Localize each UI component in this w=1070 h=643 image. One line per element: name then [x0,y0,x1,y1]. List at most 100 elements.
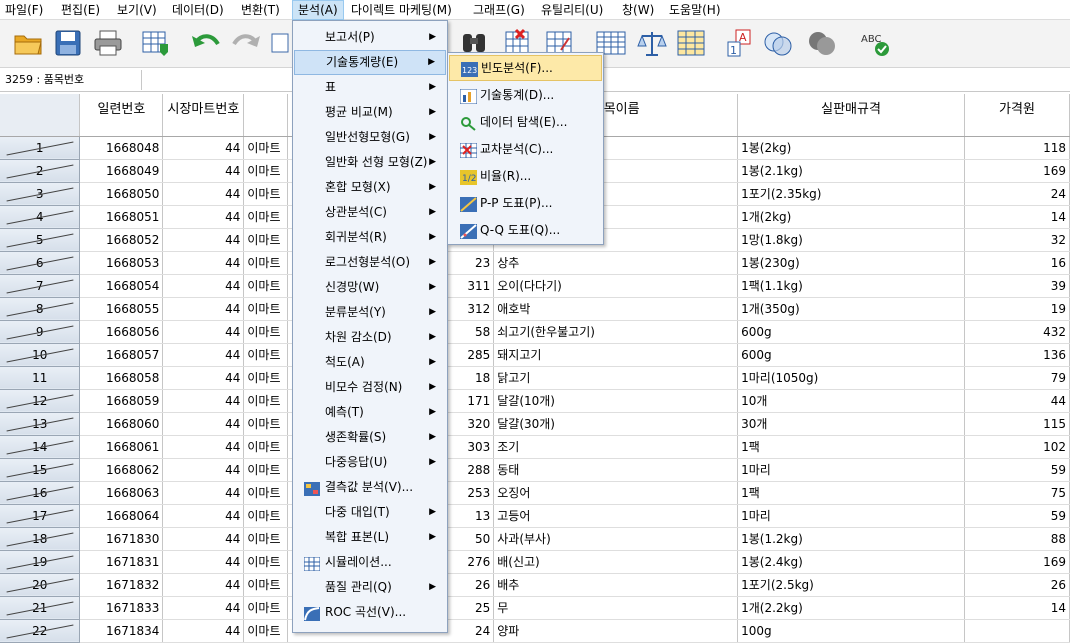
analyze-menu-item[interactable]: 척도(A) ▶ [294,350,446,375]
cell-item-name[interactable]: 오징어 [493,481,739,505]
row-header[interactable]: 9 [0,320,81,344]
cell-item-name[interactable]: 쇠고기(한우불고기) [493,320,739,344]
cell-market-name[interactable]: 이마트 [243,274,289,298]
cell-item-name[interactable]: 고등어 [493,504,739,528]
cell-sales-unit[interactable]: 600g [737,320,965,344]
cell-serial[interactable]: 1668049 [79,159,164,183]
cell-serial[interactable]: 1668054 [79,274,164,298]
use-sets-icon[interactable]: A1 [722,28,754,58]
cell-serial[interactable]: 1668063 [79,481,164,505]
menu-data[interactable]: 데이터(D) [167,0,229,20]
row-header[interactable]: 5 [0,228,81,252]
cell-market-name[interactable]: 이마트 [243,573,289,597]
cell-sales-unit[interactable]: 1개(350g) [737,297,965,321]
cell-serial[interactable]: 1671833 [79,596,164,620]
cell-sales-unit[interactable]: 600g [737,343,965,367]
row-header[interactable]: 21 [0,596,81,620]
cell-market-number[interactable]: 44 [162,550,245,574]
row-header[interactable]: 17 [0,504,81,528]
row-header[interactable]: 16 [0,481,81,505]
cell-sales-unit[interactable]: 100g [737,619,965,643]
cell-price[interactable]: 19 [964,297,1070,321]
cell-market-number[interactable]: 44 [162,205,245,229]
cell-serial[interactable]: 1668057 [79,343,164,367]
cell-market-number[interactable]: 44 [162,228,245,252]
cell-market-name[interactable]: 이마트 [243,619,289,643]
analyze-menu-item[interactable]: 결측값 분석(V)... [294,475,446,500]
cell-price[interactable]: 169 [964,159,1070,183]
cell-price[interactable]: 44 [964,389,1070,413]
cell-price[interactable]: 14 [964,205,1070,229]
cell-sales-unit[interactable]: 1봉(230g) [737,251,965,275]
cell-market-number[interactable]: 44 [162,251,245,275]
row-header[interactable]: 4 [0,205,81,229]
menu-graphs[interactable]: 그래프(G) [468,0,530,20]
cell-market-number[interactable]: 44 [162,274,245,298]
cell-sales-unit[interactable]: 1팩(1.1kg) [737,274,965,298]
cell-serial[interactable]: 1668058 [79,366,164,390]
cell-serial[interactable]: 1668048 [79,136,164,160]
analyze-menu-item[interactable]: 평균 비교(M) ▶ [294,100,446,125]
row-header[interactable]: 10 [0,343,81,367]
spelling-icon[interactable]: ABC [858,28,890,58]
cell-market-name[interactable]: 이마트 [243,596,289,620]
save-icon[interactable] [52,28,84,58]
cell-market-name[interactable]: 이마트 [243,550,289,574]
cell-price[interactable]: 59 [964,458,1070,482]
cell-price[interactable]: 169 [964,550,1070,574]
cell-item-name[interactable]: 달걀(10개) [493,389,739,413]
analyze-menu-item[interactable]: 생존확률(S) ▶ [294,425,446,450]
analyze-menu-item[interactable]: 차원 감소(D) ▶ [294,325,446,350]
cell-market-number[interactable]: 44 [162,435,245,459]
analyze-menu-item[interactable]: 보고서(P) ▶ [294,25,446,50]
menu-file[interactable]: 파일(F) [0,0,48,20]
cell-market-name[interactable]: 이마트 [243,320,289,344]
cell-market-name[interactable]: 이마트 [243,182,289,206]
cell-sales-unit[interactable]: 1포기(2.35kg) [737,182,965,206]
goto-case-icon[interactable] [270,28,290,58]
cell-item-name[interactable]: 배(신고) [493,550,739,574]
cell-sales-unit[interactable]: 1팩 [737,435,965,459]
analyze-menu-item[interactable]: 예측(T) ▶ [294,400,446,425]
row-header[interactable]: 15 [0,458,81,482]
submenu-item-pp-plot[interactable]: P-P 도표(P)... [449,190,602,216]
cell-item-name[interactable]: 상추 [493,251,739,275]
cell-price[interactable]: 75 [964,481,1070,505]
circles-icon[interactable] [806,28,838,58]
show-all-variables-icon[interactable] [762,28,794,58]
cell-sales-unit[interactable]: 1마리(1050g) [737,366,965,390]
cell-market-name[interactable]: 이마트 [243,205,289,229]
cell-market-number[interactable]: 44 [162,596,245,620]
cell-price[interactable]: 59 [964,504,1070,528]
cell-sales-unit[interactable]: 1망(1.8kg) [737,228,965,252]
cell-market-name[interactable]: 이마트 [243,458,289,482]
cell-market-number[interactable]: 44 [162,159,245,183]
cell-market-name[interactable]: 이마트 [243,481,289,505]
analyze-menu-item[interactable]: 품질 관리(Q) ▶ [294,575,446,600]
grid-corner[interactable] [0,94,81,137]
cell-sales-unit[interactable]: 1봉(2.4kg) [737,550,965,574]
submenu-item-explore[interactable]: 데이터 탐색(E)... [449,109,602,135]
cell-market-number[interactable]: 44 [162,504,245,528]
cell-market-number[interactable]: 44 [162,320,245,344]
cell-item-name[interactable]: 사과(부사) [493,527,739,551]
cell-market-number[interactable]: 44 [162,366,245,390]
menu-view[interactable]: 보기(V) [112,0,162,20]
cell-sales-unit[interactable]: 1봉(1.2kg) [737,527,965,551]
row-header[interactable]: 11 [0,366,81,390]
cell-market-name[interactable]: 이마트 [243,412,289,436]
cell-sales-unit[interactable]: 1포기(2.5kg) [737,573,965,597]
cell-market-number[interactable]: 44 [162,619,245,643]
cell-item-name[interactable]: 조기 [493,435,739,459]
cell-price[interactable]: 24 [964,182,1070,206]
cell-item-name[interactable]: 오이(다다기) [493,274,739,298]
cell-serial[interactable]: 1668051 [79,205,164,229]
cell-sales-unit[interactable]: 1팩 [737,481,965,505]
analyze-menu-item[interactable]: 회귀분석(R) ▶ [294,225,446,250]
row-header[interactable]: 7 [0,274,81,298]
submenu-item-frequencies[interactable]: 123 빈도분석(F)... [449,55,602,81]
cell-price[interactable]: 432 [964,320,1070,344]
row-header[interactable]: 22 [0,619,81,643]
submenu-item-crosstabs[interactable]: 교차분석(C)... [449,136,602,162]
row-header[interactable]: 19 [0,550,81,574]
